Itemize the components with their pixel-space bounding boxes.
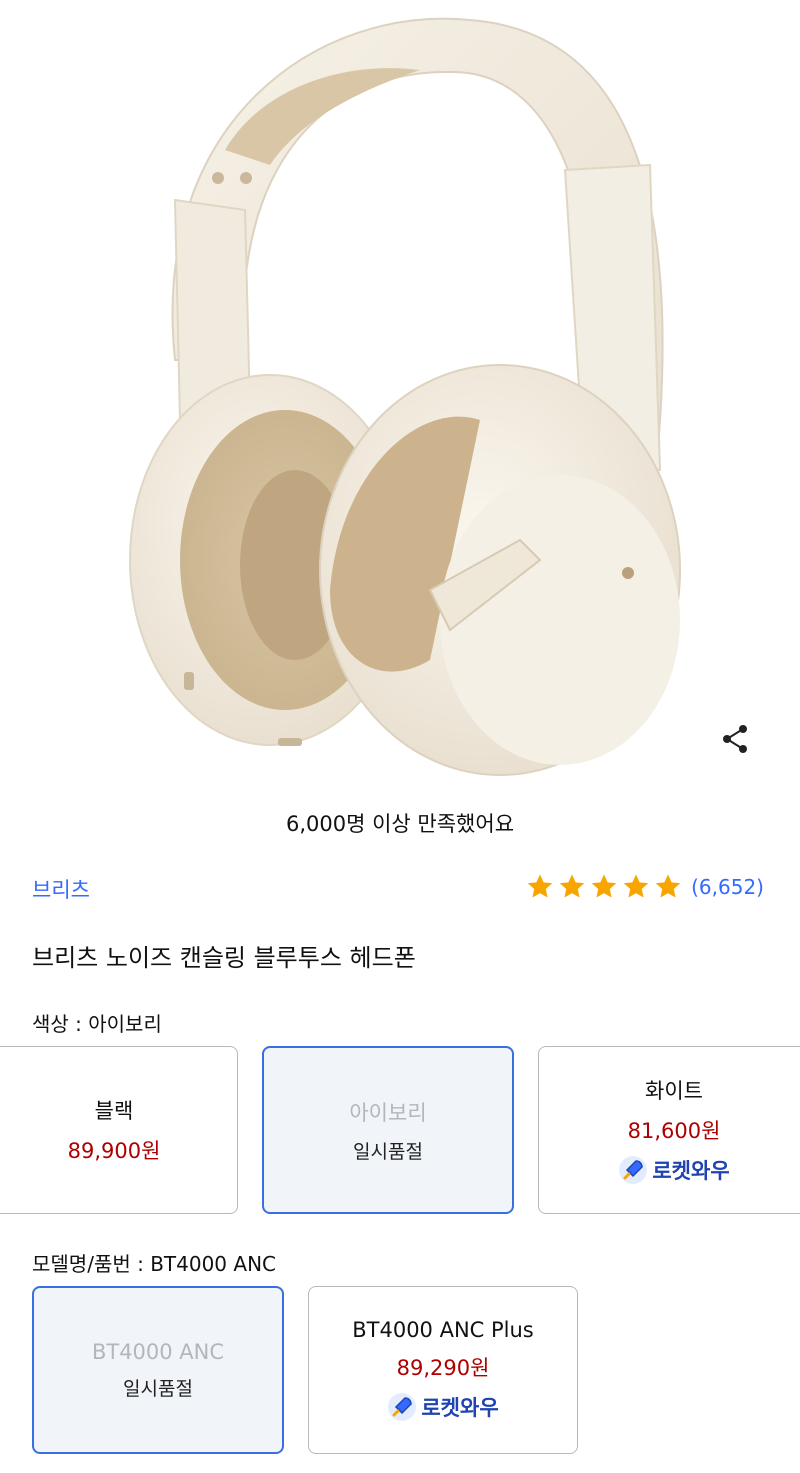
model-option-label: 모델명/품번 : BT4000 ANC xyxy=(32,1252,276,1276)
option-name: 블랙 xyxy=(94,1099,134,1123)
option-name: 아이보리 xyxy=(349,1100,427,1125)
rocket-icon xyxy=(388,1393,417,1421)
option-price: 89,900원 xyxy=(67,1139,161,1163)
option-name: BT4000 ANC Plus xyxy=(352,1318,534,1342)
share-button[interactable] xyxy=(716,720,754,758)
review-count: (6,652) xyxy=(691,875,764,899)
product-title: 브리츠 노이즈 캔슬링 블루투스 헤드폰 xyxy=(32,944,416,972)
rocket-wow-label: 로켓와우 xyxy=(652,1159,730,1183)
star-icon xyxy=(559,874,585,898)
color-option-white[interactable]: 화이트 81,600원 로켓와우 xyxy=(538,1046,800,1214)
star-icon xyxy=(591,874,617,898)
star-icon xyxy=(623,874,649,898)
model-option-bt4000-anc[interactable]: BT4000 ANC 일시품절 xyxy=(32,1286,284,1454)
option-soldout: 일시품절 xyxy=(353,1140,423,1163)
option-name: 화이트 xyxy=(645,1079,703,1103)
rocket-icon xyxy=(619,1156,648,1184)
option-price: 89,290원 xyxy=(396,1356,490,1380)
star-icon xyxy=(655,874,681,898)
headphones-illustration xyxy=(129,17,681,776)
brand-link[interactable]: 브리츠 xyxy=(32,874,90,904)
color-option-ivory[interactable]: 아이보리 일시품절 xyxy=(262,1046,514,1214)
option-price: 81,600원 xyxy=(627,1119,721,1143)
rating-summary[interactable]: (6,652) xyxy=(525,872,764,902)
satisfaction-text: 6,000명 이상 만족했어요 xyxy=(285,812,515,836)
product-image xyxy=(0,0,800,790)
share-icon xyxy=(723,725,747,753)
color-option-black[interactable]: 블랙 89,900원 xyxy=(0,1046,238,1214)
star-icon xyxy=(527,874,553,898)
rocket-wow-badge: 로켓와우 xyxy=(618,1155,730,1185)
model-option-bt4000-anc-plus[interactable]: BT4000 ANC Plus 89,290원 로켓와우 xyxy=(308,1286,578,1454)
rocket-wow-label: 로켓와우 xyxy=(421,1396,499,1420)
color-option-label: 색상 : 아이보리 xyxy=(32,1012,162,1036)
option-name: BT4000 ANC xyxy=(91,1339,225,1364)
option-soldout: 일시품절 xyxy=(123,1377,193,1400)
rocket-wow-badge: 로켓와우 xyxy=(387,1392,499,1422)
